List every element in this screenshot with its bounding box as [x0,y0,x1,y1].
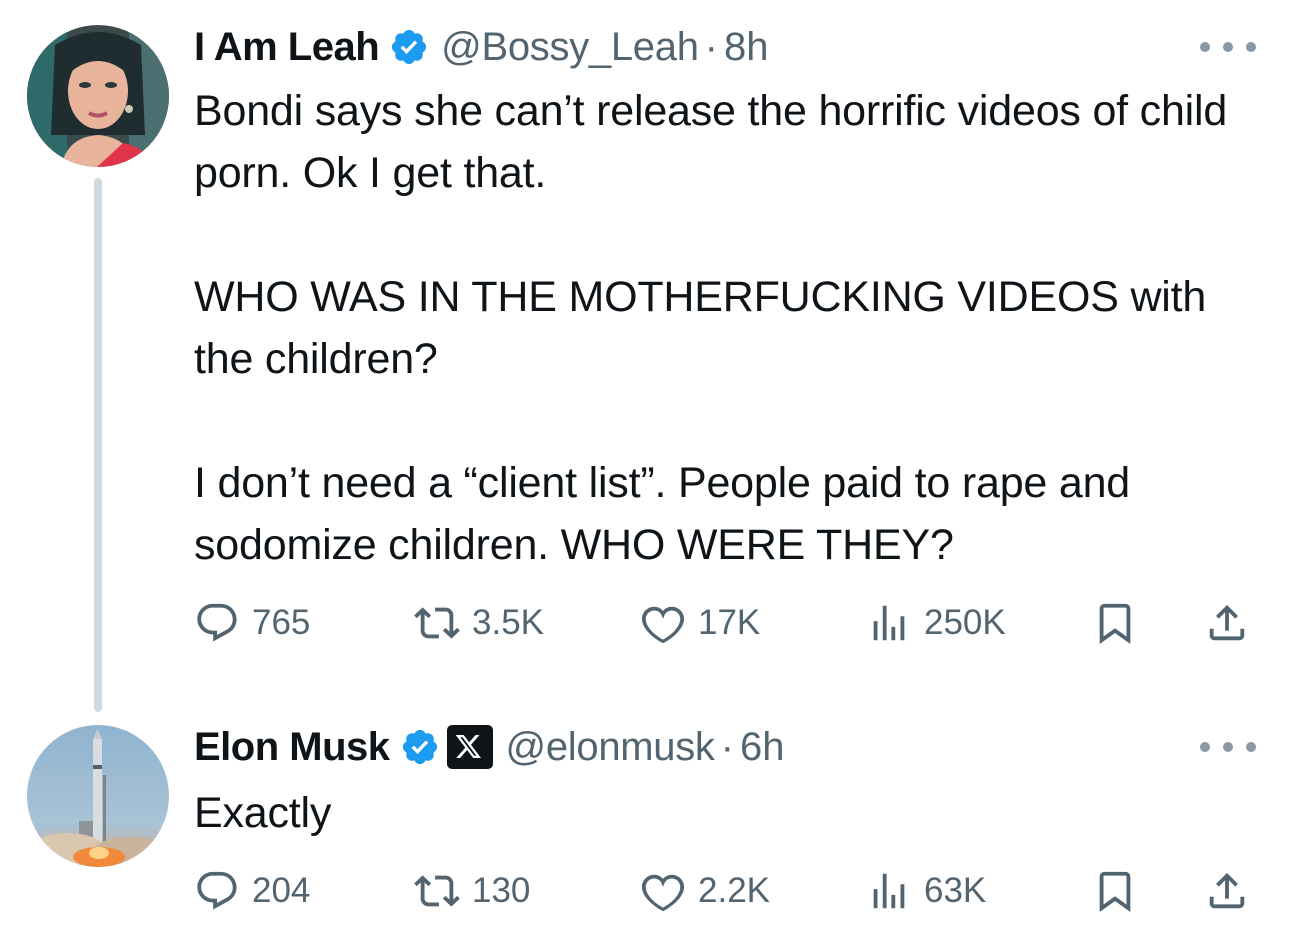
reply-button[interactable]: 765 [194,598,310,648]
x-logo-icon[interactable] [446,724,494,770]
separator-dot: · [720,725,734,769]
like-button[interactable]: 2.2K [640,866,770,916]
verified-badge-icon [389,27,429,67]
thread-line [94,178,102,712]
like-button[interactable]: 17K [640,598,760,648]
tweet-bossy-leah[interactable]: I Am Leah @Bossy_Leah · 8h Bondi says sh… [0,0,1290,712]
retweet-count: 130 [472,871,531,910]
display-name[interactable]: Elon Musk [194,722,390,772]
avatar-bossy-leah[interactable] [27,25,169,167]
reply-count: 765 [252,603,311,642]
tweet-paragraph: I don’t need a “client list”. People pai… [194,459,1131,569]
like-icon [641,874,685,912]
tweet-actions: 765 3.5K 17K 250K [194,598,1260,648]
reply-icon [197,603,237,642]
views-button[interactable]: 250K [866,598,1006,648]
tweet-paragraph: Bondi says she can’t release the horrifi… [194,87,1228,197]
tweet-header: Elon Musk @elonmusk · 6h [194,722,784,772]
timestamp[interactable]: 8h [724,22,769,72]
timestamp[interactable]: 6h [740,722,785,772]
reply-count: 204 [252,871,311,910]
views-icon [873,605,905,641]
share-button[interactable] [1204,866,1250,916]
share-icon [1209,872,1245,909]
views-count: 250K [924,603,1006,642]
tweet-elonmusk[interactable]: Elon Musk @elonmusk · 6h Exactly 204 130… [0,700,1290,938]
tweet-header: I Am Leah @Bossy_Leah · 8h [194,22,768,72]
tweet-actions: 204 130 2.2K 63K [194,866,1260,916]
bookmark-icon [1099,603,1131,644]
verified-badge-icon [400,727,440,767]
bookmark-icon [1099,871,1131,912]
handle[interactable]: @Bossy_Leah [441,22,699,72]
bookmark-button[interactable] [1092,866,1138,916]
share-icon [1209,604,1245,641]
views-icon [873,873,905,909]
handle[interactable]: @elonmusk [506,722,715,772]
retweet-count: 3.5K [472,603,544,642]
tweet-paragraph: WHO WAS IN THE MOTHERFUCKING VIDEOS with… [194,273,1207,383]
bookmark-button[interactable] [1092,598,1138,648]
tweet-paragraph: Exactly [194,789,332,837]
retweet-button[interactable]: 3.5K [414,598,544,648]
display-name[interactable]: I Am Leah [194,22,380,72]
avatar-image [27,725,169,867]
share-button[interactable] [1204,598,1250,648]
avatar-elonmusk[interactable] [27,725,169,867]
like-count: 2.2K [698,871,770,910]
reply-icon [197,871,237,910]
retweet-icon [414,875,460,907]
views-button[interactable]: 63K [866,866,986,916]
avatar-image [27,25,169,167]
more-icon[interactable] [1200,32,1256,62]
more-icon[interactable] [1200,732,1256,762]
like-icon [641,606,685,644]
like-count: 17K [698,603,761,642]
tweet-text: Bondi says she can’t release the horrifi… [194,80,1274,576]
views-count: 63K [924,871,987,910]
tweet-text: Exactly [194,782,1274,844]
reply-button[interactable]: 204 [194,866,310,916]
retweet-button[interactable]: 130 [414,866,530,916]
separator-dot: · [704,25,718,69]
retweet-icon [414,607,460,639]
